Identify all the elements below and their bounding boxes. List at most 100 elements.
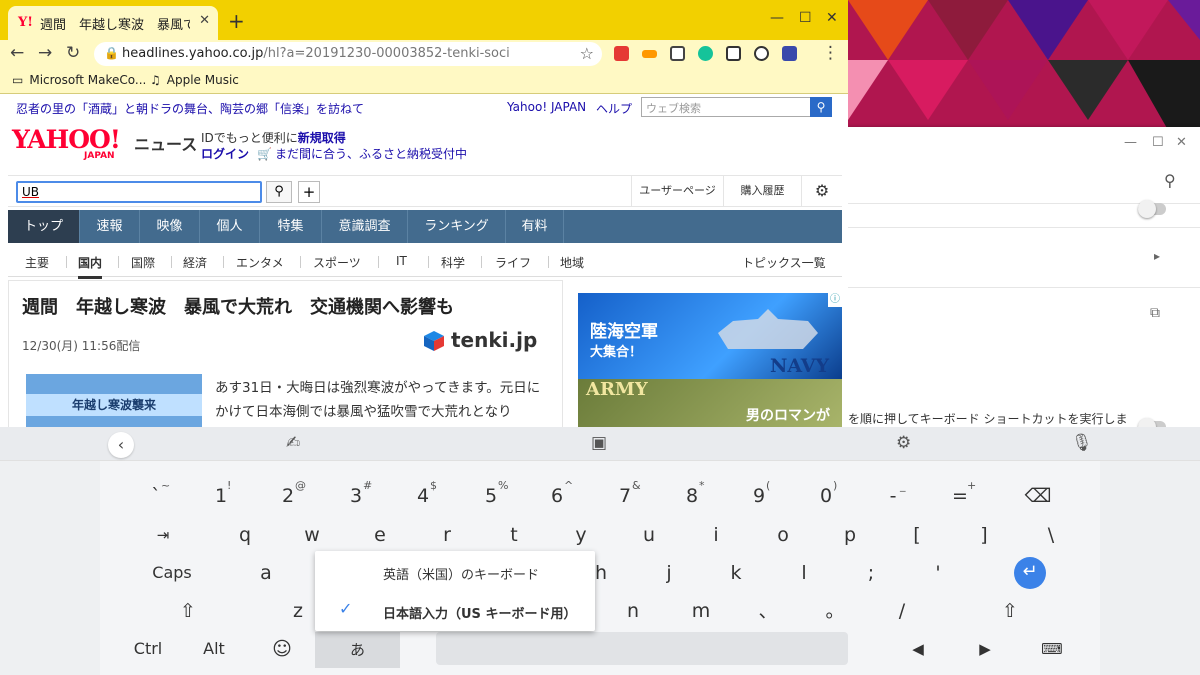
maximize-icon[interactable]: ☐ <box>799 10 812 26</box>
address-bar[interactable]: 🔒 headlines.yahoo.co.jp/hl?a=20191230-00… <box>94 42 602 66</box>
nav-personal[interactable]: 個人 <box>200 210 260 243</box>
microphone-icon[interactable]: 🎙 <box>1071 433 1093 453</box>
signup-link[interactable]: 新規取得 <box>298 131 346 145</box>
handwriting-icon[interactable]: ✍ <box>286 433 300 453</box>
nav-survey[interactable]: 意識調査 <box>322 210 408 243</box>
cat-it[interactable]: IT <box>396 254 407 268</box>
back-icon[interactable]: ← <box>10 43 24 63</box>
grammarly-icon[interactable] <box>698 46 713 61</box>
key-z[interactable]: z <box>278 595 318 627</box>
key-1[interactable]: 1! <box>201 479 241 512</box>
key-j[interactable]: j <box>649 557 689 589</box>
cat-international[interactable]: 国際 <box>131 254 155 271</box>
key-u[interactable]: u <box>629 519 669 551</box>
arrow-right-icon[interactable]: ▶ <box>965 633 1005 665</box>
extension-icon[interactable] <box>782 46 797 61</box>
key-w[interactable]: w <box>292 519 332 551</box>
backspace-icon[interactable]: ⌫ <box>1018 480 1058 512</box>
emoji-icon[interactable]: ☺ <box>262 633 302 665</box>
key-6[interactable]: 6 ^ <box>537 479 577 512</box>
login-link[interactable]: ログイン <box>201 147 249 161</box>
key-p[interactable]: p <box>830 519 870 551</box>
article-thumbnail[interactable]: 年越し寒波襲来 <box>26 374 202 427</box>
close-window-icon[interactable]: ✕ <box>826 10 838 26</box>
extension-icon[interactable] <box>614 46 629 61</box>
screenshot-icon[interactable]: ▣ <box>591 433 607 453</box>
search-icon[interactable]: ⚲ <box>1164 171 1176 190</box>
key-backslash[interactable]: \ <box>1031 519 1071 551</box>
key-y[interactable]: y <box>561 519 601 551</box>
news-search-input[interactable]: UB <box>16 181 262 203</box>
tab-close-icon[interactable]: ✕ <box>199 13 210 28</box>
nav-paid[interactable]: 有料 <box>506 210 564 243</box>
shift-left-icon[interactable]: ⇧ <box>168 595 208 627</box>
key-quote[interactable]: ' <box>918 557 958 589</box>
key-e[interactable]: e <box>360 519 400 551</box>
key-m[interactable]: m <box>681 595 721 627</box>
ime-option-english[interactable]: 英語（米国）のキーボード <box>383 564 539 583</box>
key-2[interactable]: 2 @ <box>268 479 308 512</box>
tab-key-icon[interactable]: ⇥ <box>143 519 183 551</box>
ad-banner[interactable]: 陸海空軍 大集合！ NAVY ARMY 男のロマンが ⓘ <box>578 293 842 427</box>
key-5[interactable]: 5% <box>471 479 511 512</box>
nav-breaking[interactable]: 速報 <box>80 210 140 243</box>
key-9[interactable]: 9( <box>739 479 779 512</box>
toggle-switch[interactable] <box>1138 200 1166 218</box>
key-7[interactable]: 7 & <box>605 479 645 512</box>
yahoo-news-logo[interactable]: YAHOO! JAPAN ニュース <box>12 125 197 161</box>
key-3[interactable]: 3 # <box>336 479 376 512</box>
minimize-icon[interactable]: — <box>770 10 784 26</box>
cat-domestic[interactable]: 国内 <box>78 254 103 279</box>
key-0[interactable]: 0) <box>806 479 846 512</box>
key-i[interactable]: i <box>696 519 736 551</box>
maximize-icon[interactable]: ☐ <box>1152 135 1164 150</box>
alt-key[interactable]: Alt <box>192 633 236 665</box>
cat-economy[interactable]: 経済 <box>183 254 207 271</box>
yahoo-japan-link[interactable]: Yahoo! JAPAN <box>507 100 586 114</box>
pr-link[interactable]: 忍者の里の「酒蔵」と朝ドラの舞台、陶芸の郷「信楽」を訪ねて <box>16 100 364 117</box>
gear-icon[interactable]: ⚙ <box>896 433 911 453</box>
close-icon[interactable]: ✕ <box>1176 135 1187 150</box>
forward-icon[interactable]: → <box>38 43 52 63</box>
extension-icon[interactable] <box>670 46 685 61</box>
key-period[interactable]: 。 <box>815 595 855 627</box>
key-equals[interactable]: = + <box>940 479 980 512</box>
search-icon[interactable]: ⚲ <box>810 97 832 117</box>
cat-sports[interactable]: スポーツ <box>313 254 361 271</box>
cat-region[interactable]: 地域 <box>560 254 584 271</box>
key-n[interactable]: n <box>613 595 653 627</box>
ad-choices-icon[interactable]: ⓘ <box>828 293 842 307</box>
arrow-left-icon[interactable]: ◀ <box>898 633 938 665</box>
hide-keyboard-icon[interactable]: ⌨ <box>1032 633 1072 665</box>
user-page-link[interactable]: ユーザーページ <box>631 176 723 206</box>
space-key[interactable] <box>436 632 848 665</box>
chevron-left-icon[interactable]: ‹ <box>108 432 134 458</box>
nav-top[interactable]: トップ <box>8 210 80 243</box>
key-r[interactable]: r <box>427 519 467 551</box>
help-link[interactable]: ヘルプ <box>596 100 632 117</box>
cat-entertainment[interactable]: エンタメ <box>236 254 284 271</box>
bookmark-star-icon[interactable]: ☆ <box>580 44 594 63</box>
ime-option-japanese[interactable]: 日本語入力（US キーボード用） <box>383 603 576 622</box>
key-4[interactable]: 4 $ <box>403 479 443 512</box>
caps-key[interactable]: Caps <box>142 557 202 589</box>
extension-icon[interactable] <box>642 50 657 58</box>
web-search-input[interactable]: ウェブ検索 <box>641 97 811 117</box>
minimize-icon[interactable]: — <box>1124 135 1137 150</box>
purchase-history-link[interactable]: 購入履歴 <box>723 176 801 206</box>
menu-dots-icon[interactable]: ⋮ <box>822 43 839 63</box>
key-k[interactable]: k <box>716 557 756 589</box>
furusato-link[interactable]: まだ間に合う、ふるさと納税受付中 <box>275 147 467 161</box>
search-icon[interactable]: ⚲ <box>266 181 292 203</box>
bookmark-item[interactable]: ♫ Apple Music <box>150 73 239 87</box>
gear-icon[interactable]: ⚙ <box>801 176 842 206</box>
bookmark-item[interactable]: ▭ Microsoft MakeCo... <box>12 73 146 87</box>
key-comma[interactable]: 、 <box>748 595 788 627</box>
key-semicolon[interactable]: ; <box>851 557 891 589</box>
kana-toggle-key[interactable]: あ <box>315 632 400 668</box>
nav-ranking[interactable]: ランキング <box>408 210 506 243</box>
key-8[interactable]: 8 * <box>672 479 712 512</box>
key-l[interactable]: l <box>784 557 824 589</box>
enter-icon[interactable]: ↵ <box>1014 557 1046 589</box>
key-backtick[interactable]: ` ~ <box>136 479 176 512</box>
